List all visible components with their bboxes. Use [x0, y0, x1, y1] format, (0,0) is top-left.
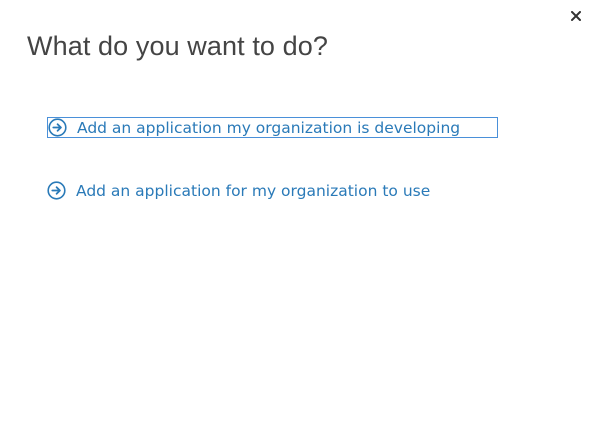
option-add-developing-app[interactable]: Add an application my organization is de… [47, 117, 498, 138]
add-application-dialog: What do you want to do? Add an applicati… [0, 0, 594, 442]
dialog-title: What do you want to do? [27, 31, 328, 61]
option-label: Add an application my organization is de… [77, 118, 461, 137]
arrow-circle-icon [47, 117, 68, 138]
option-label: Add an application for my organization t… [76, 181, 431, 200]
arrow-circle-icon [46, 180, 67, 201]
close-button[interactable] [568, 8, 584, 24]
close-icon [571, 11, 581, 21]
option-add-app-to-use[interactable]: Add an application for my organization t… [47, 180, 434, 201]
